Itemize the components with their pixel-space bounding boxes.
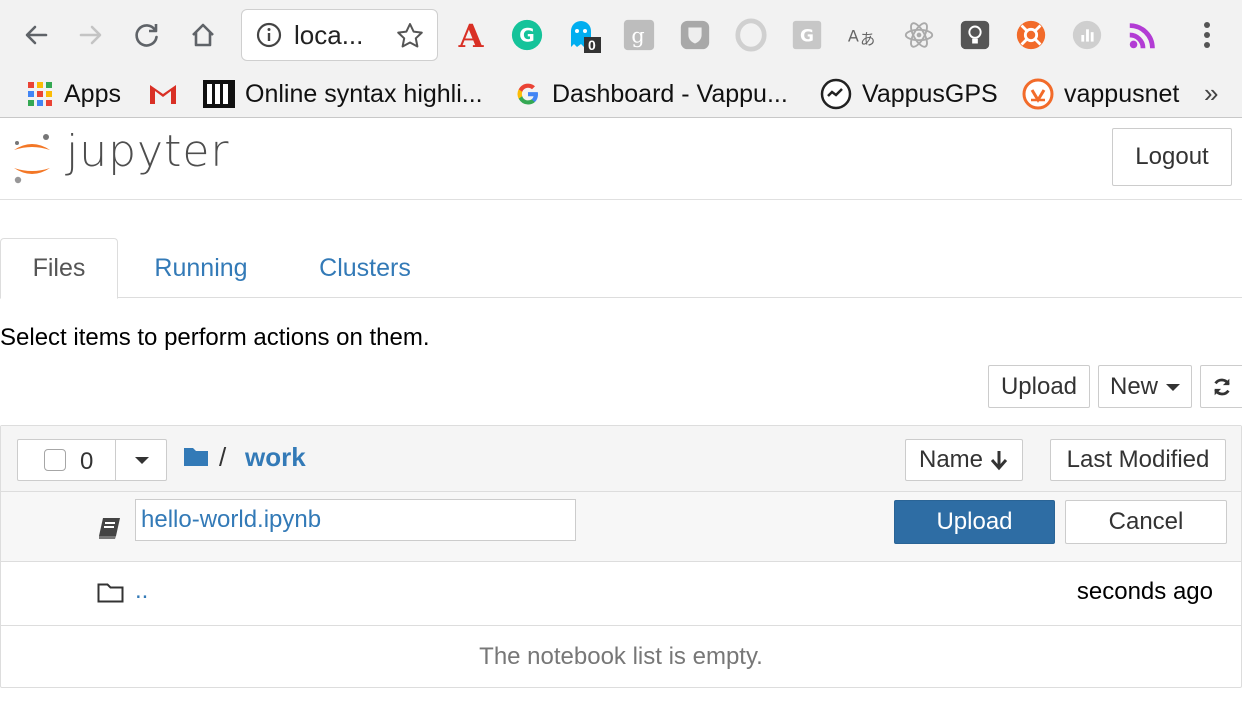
tab-files[interactable]: Files — [0, 238, 118, 299]
bookmark-label: Online syntax highli... — [245, 79, 483, 108]
upload-row: Upload Cancel — [1, 492, 1241, 562]
jupyter-logo-icon[interactable] — [8, 128, 56, 188]
url-text[interactable]: loca... — [294, 20, 386, 51]
svg-text:A: A — [458, 17, 485, 53]
logout-button[interactable]: Logout — [1112, 128, 1232, 186]
list-header: 0 / work Name Last Modified — [1, 426, 1241, 492]
google-docs-icon[interactable]: G — [789, 17, 825, 53]
tab-running[interactable]: Running — [138, 238, 264, 298]
last-modified-value: seconds ago — [1076, 578, 1213, 605]
syntax-highlighter-icon — [203, 80, 235, 108]
parent-directory-link[interactable]: .. — [135, 577, 148, 605]
new-dropdown-button[interactable]: New — [1098, 365, 1192, 408]
selected-count: 0 — [80, 448, 94, 475]
svg-text:G: G — [800, 27, 814, 47]
bookmark-label: VappusGPS — [862, 79, 998, 108]
bookmark-dashboard[interactable]: Dashboard - Vappu... — [514, 76, 788, 112]
bookmark-apps[interactable]: Apps — [26, 76, 121, 112]
list-item[interactable]: .. seconds ago — [1, 562, 1241, 626]
react-devtools-icon[interactable] — [901, 17, 937, 53]
jupyter-header: jupyter Logout — [0, 118, 1242, 200]
forward-button[interactable] — [72, 16, 110, 54]
refresh-icon — [1214, 378, 1230, 395]
ghostery-badge: 0 — [588, 37, 596, 53]
arrow-down-icon — [990, 451, 1008, 471]
upload-button[interactable]: Upload — [988, 365, 1090, 408]
back-arrow-icon — [25, 25, 48, 45]
svg-text:g: g — [631, 24, 644, 48]
back-button[interactable] — [17, 16, 55, 54]
more-bookmarks-button[interactable]: » — [1204, 78, 1218, 109]
svg-text:A: A — [848, 27, 859, 46]
svg-text:あ: あ — [860, 30, 875, 48]
tab-clusters[interactable]: Clusters — [302, 238, 428, 298]
bookmark-label: Dashboard - Vappu... — [552, 79, 788, 108]
rss-icon[interactable] — [1125, 17, 1161, 53]
browser-toolbar: loca... A G 0 g G Aあ — [0, 0, 1242, 70]
select-all-group: 0 — [17, 439, 167, 481]
home-icon — [192, 23, 214, 47]
translate-icon[interactable]: Aあ — [845, 17, 881, 53]
bookmark-syntax-highlighter[interactable]: Online syntax highli... — [203, 76, 483, 112]
opera-icon[interactable] — [733, 17, 769, 53]
logo-text[interactable]: jupyter — [66, 126, 230, 177]
caret-down-icon — [134, 456, 149, 464]
selection-hint: Select items to perform actions on them. — [0, 324, 430, 351]
google-icon — [517, 83, 538, 105]
grammarly-icon[interactable]: G — [509, 17, 545, 53]
apps-grid-icon — [28, 82, 52, 106]
confirm-upload-button[interactable]: Upload — [894, 500, 1055, 544]
bookmark-label: vappusnet — [1064, 79, 1180, 108]
address-bar[interactable]: loca... — [241, 9, 438, 61]
folder-icon[interactable] — [183, 445, 209, 467]
vappusnet-icon — [1022, 78, 1054, 110]
reload-icon — [135, 24, 158, 47]
bookmark-vappusgps[interactable]: VappusGPS — [820, 76, 998, 112]
forward-arrow-icon — [79, 25, 102, 45]
breadcrumb-separator: / — [219, 442, 227, 472]
notebook-list: 0 / work Name Last Modified Upload Cance… — [0, 425, 1242, 688]
lightbulb-icon[interactable] — [957, 17, 993, 53]
cancel-upload-button[interactable]: Cancel — [1065, 500, 1227, 544]
sort-name-label: Name — [918, 446, 984, 473]
bookmark-vappusnet[interactable]: vappusnet — [1022, 76, 1179, 112]
select-all-checkbox[interactable] — [44, 449, 66, 471]
caret-down-icon — [1166, 384, 1180, 391]
shield-icon[interactable] — [677, 17, 713, 53]
google-plus-icon[interactable]: g — [621, 17, 657, 53]
bookmark-gmail[interactable] — [147, 76, 189, 112]
ghostery-icon[interactable]: 0 — [565, 17, 601, 53]
breadcrumb-work[interactable]: work — [245, 442, 306, 473]
reload-button[interactable] — [128, 16, 166, 54]
new-label: New — [1109, 372, 1158, 400]
main-tabs: Files Running Clusters — [0, 238, 1242, 299]
gmail-icon — [150, 85, 176, 104]
bookmark-star-icon[interactable] — [395, 21, 425, 51]
folder-outline-icon — [97, 583, 124, 603]
home-button[interactable] — [184, 16, 222, 54]
select-dropdown-button[interactable] — [115, 440, 167, 480]
refresh-button[interactable] — [1200, 365, 1242, 408]
analytics-icon[interactable] — [1069, 17, 1105, 53]
empty-list-message: The notebook list is empty. — [479, 643, 763, 670]
bookmarks-bar: Apps Online syntax highli... Dashboard -… — [0, 70, 1242, 118]
svg-text:G: G — [519, 25, 535, 47]
upload-filename-input[interactable] — [135, 499, 576, 541]
info-icon[interactable] — [255, 21, 283, 49]
more-menu-icon[interactable] — [1192, 18, 1222, 52]
bookmark-label: Apps — [64, 79, 121, 108]
lifebuoy-icon[interactable] — [1013, 17, 1049, 53]
gps-icon — [820, 78, 852, 110]
sort-modified-button[interactable]: Last Modified — [1050, 439, 1226, 481]
notebook-icon — [99, 518, 120, 539]
sort-name-button[interactable]: Name — [905, 439, 1023, 481]
acrobat-icon[interactable]: A — [453, 17, 489, 53]
